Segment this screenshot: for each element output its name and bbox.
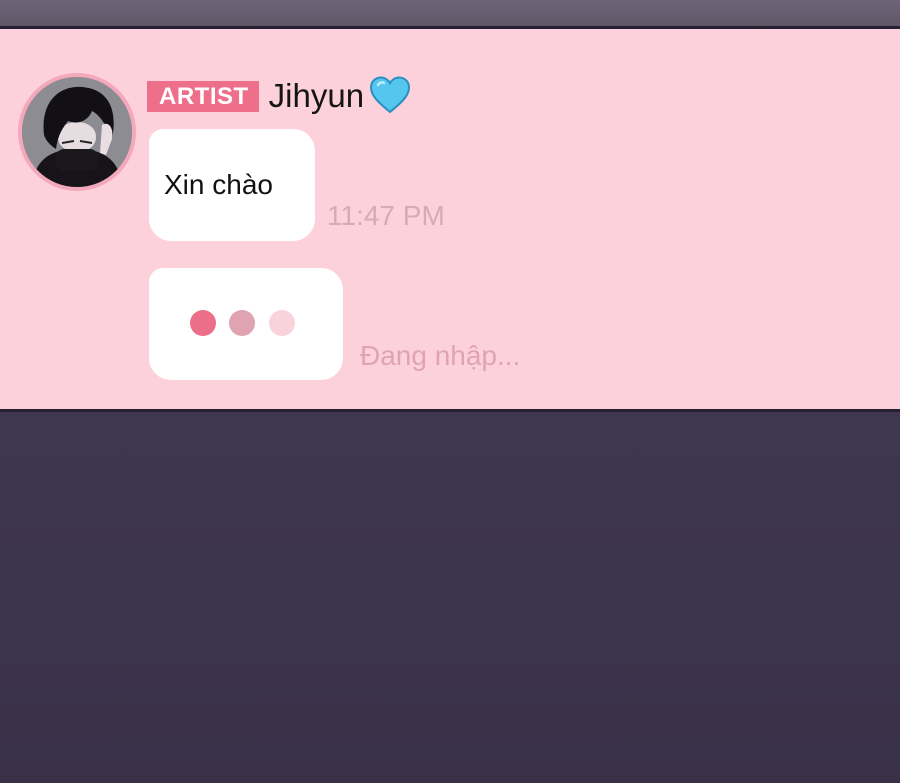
message-text: Xin chào <box>164 169 273 200</box>
sender-name[interactable]: Jihyun <box>269 76 364 116</box>
avatar-image <box>22 77 132 187</box>
top-background-band <box>0 0 900 26</box>
typing-dot <box>269 310 295 336</box>
typing-dot <box>190 310 216 336</box>
typing-dot <box>229 310 255 336</box>
message-bubble[interactable]: Xin chào <box>149 129 315 241</box>
blue-heart-icon <box>369 75 411 119</box>
sender-name-row: ARTIST Jihyun <box>147 75 411 119</box>
message-timestamp: 11:47 PM <box>327 200 445 231</box>
role-badge: ARTIST <box>147 80 259 112</box>
typing-status-text: Đang nhập... <box>360 340 521 371</box>
avatar[interactable] <box>18 73 136 191</box>
